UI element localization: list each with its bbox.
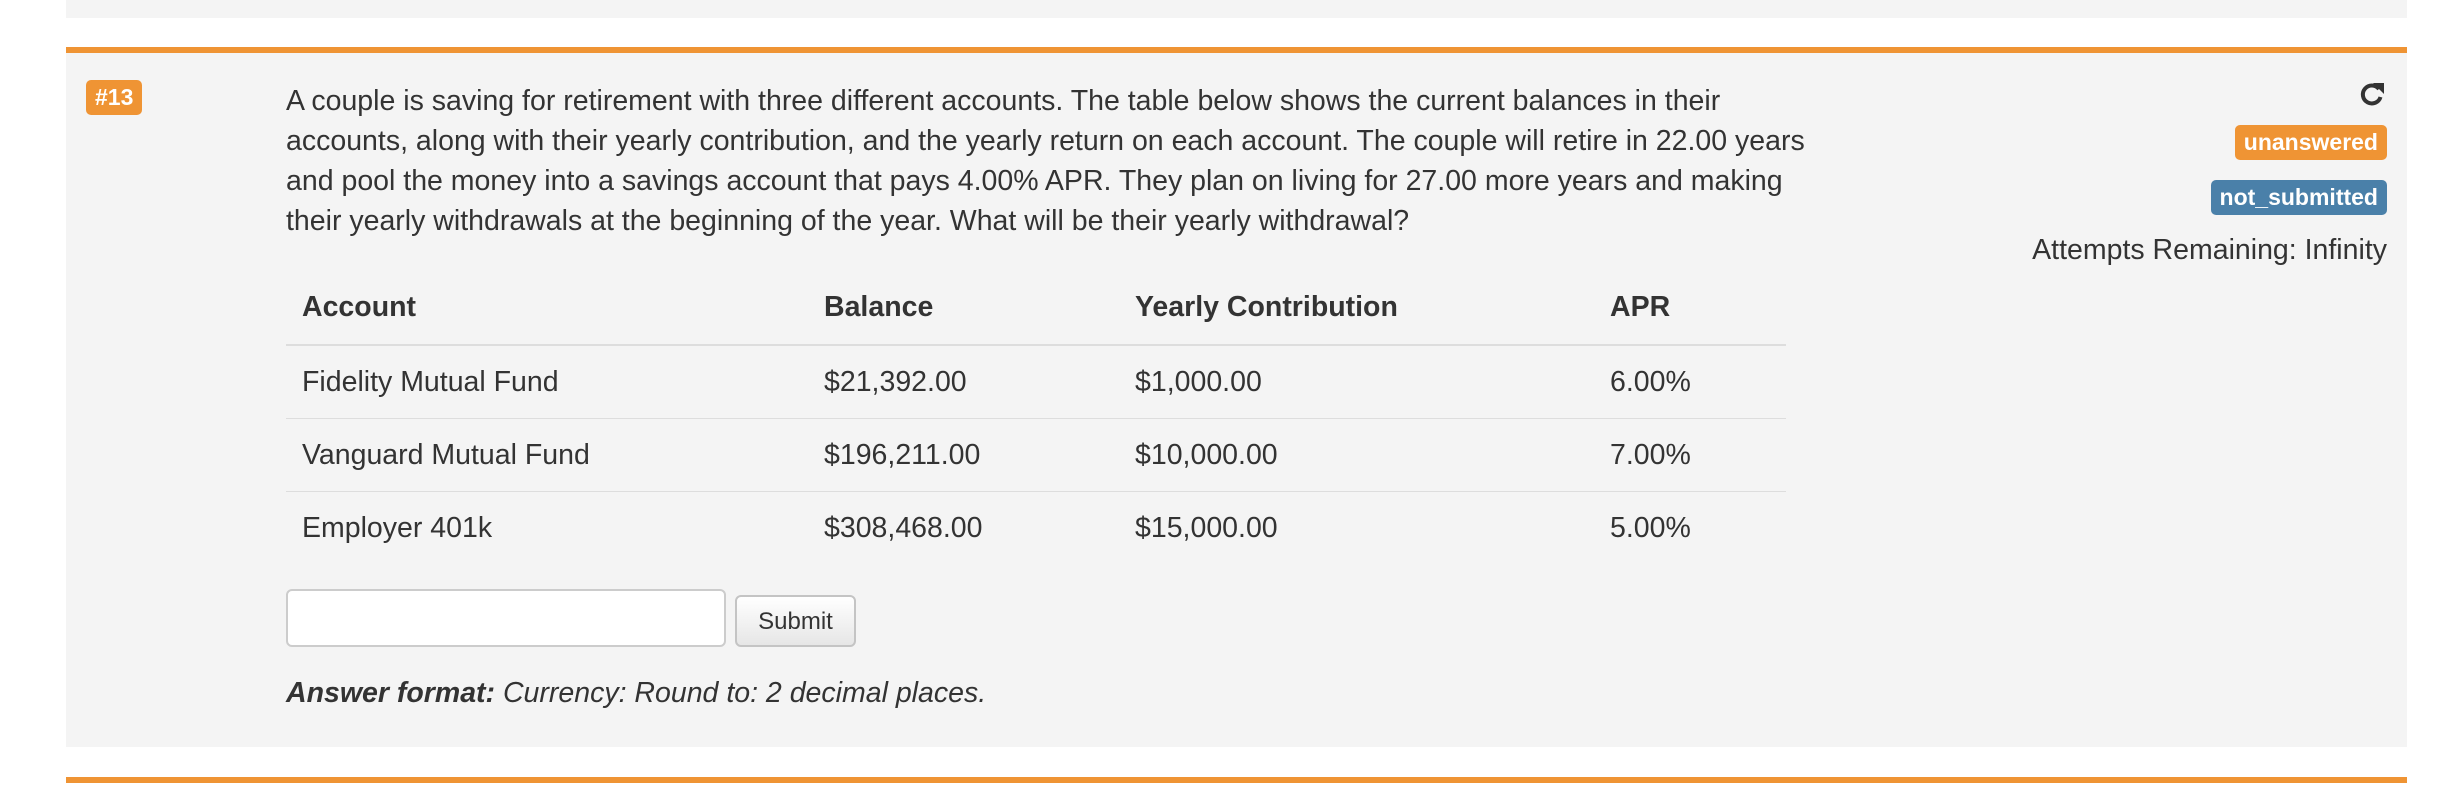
table-row: Fidelity Mutual Fund $21,392.00 $1,000.0… bbox=[286, 345, 1786, 419]
cell-balance: $308,468.00 bbox=[824, 511, 983, 544]
column-header-balance: Balance bbox=[808, 270, 1119, 346]
table-header-row: Account Balance Yearly Contribution APR bbox=[286, 270, 1786, 346]
answer-format-text: Currency: Round to: 2 decimal places. bbox=[495, 677, 987, 709]
column-header-account: Account bbox=[286, 270, 808, 346]
table-row: Vanguard Mutual Fund $196,211.00 $10,000… bbox=[286, 418, 1786, 492]
status-badge-not-submitted: not_submitted bbox=[2210, 180, 2387, 215]
cell-apr: 5.00% bbox=[1610, 511, 1691, 544]
column-header-apr: APR bbox=[1594, 270, 1786, 346]
cell-balance: $21,392.00 bbox=[808, 345, 1119, 419]
question-card: #13 A couple is saving for retirement wi… bbox=[66, 47, 2407, 747]
next-question-divider bbox=[66, 777, 2407, 783]
cell-account: Employer 401k bbox=[302, 511, 493, 544]
question-number-badge: #13 bbox=[86, 80, 143, 115]
accounts-table: Account Balance Yearly Contribution APR … bbox=[286, 270, 1786, 564]
cell-balance: $196,211.00 bbox=[808, 418, 1119, 492]
cell-yearly-contribution: $10,000.00 bbox=[1119, 418, 1594, 492]
table-row: Employer 401k $308,468.00 $15,000.00 5.0… bbox=[286, 492, 1786, 565]
answer-format-label: Answer format: bbox=[286, 677, 496, 709]
cell-apr: 6.00% bbox=[1594, 345, 1786, 419]
question-text: A couple is saving for retirement with t… bbox=[286, 85, 1805, 237]
attempts-remaining: Attempts Remaining: Infinity bbox=[2032, 234, 2387, 266]
cell-account: Vanguard Mutual Fund bbox=[286, 418, 808, 492]
submit-button[interactable]: Submit bbox=[735, 595, 856, 647]
column-header-yearly-contribution: Yearly Contribution bbox=[1119, 270, 1594, 346]
cell-yearly-contribution: $15,000.00 bbox=[1135, 511, 1278, 544]
answer-input[interactable] bbox=[286, 589, 726, 647]
cell-account: Fidelity Mutual Fund bbox=[286, 345, 808, 419]
redo-icon[interactable] bbox=[2358, 80, 2386, 108]
previous-question-card bbox=[66, 0, 2407, 18]
cell-yearly-contribution: $1,000.00 bbox=[1119, 345, 1594, 419]
answer-format-note: Answer format: Currency: Round to: 2 dec… bbox=[286, 677, 986, 710]
status-badge-unanswered: unanswered bbox=[2234, 125, 2387, 160]
cell-apr: 7.00% bbox=[1594, 418, 1786, 492]
